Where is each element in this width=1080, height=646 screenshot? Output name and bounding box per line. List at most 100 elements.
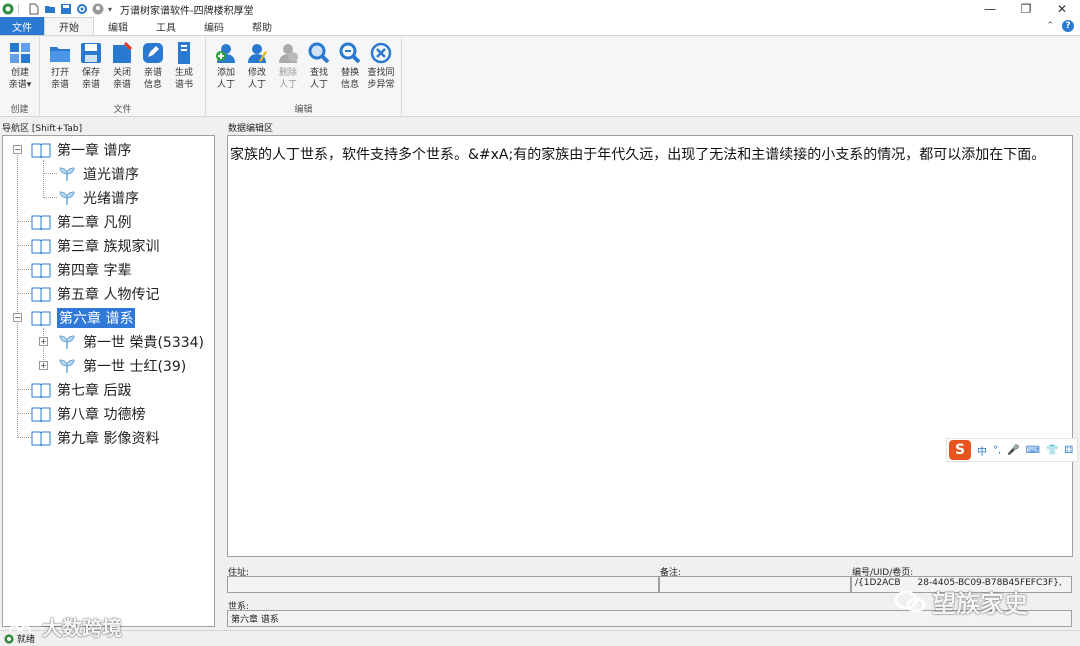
watermark-left-text: 大数跨境 (42, 616, 122, 640)
watermark-right-text: 望族家史 (932, 590, 1028, 618)
group-label-file: 文件 (113, 105, 132, 115)
new-file-icon[interactable] (28, 3, 40, 15)
tree-item-label: 第一世 榮貴(5334) (83, 335, 205, 351)
genealogy-info-button[interactable]: 亲谱 信息 (138, 41, 168, 91)
tab-start[interactable]: 开始 (44, 17, 94, 35)
tab-help[interactable]: 帮助 (238, 17, 286, 35)
modify-person-label-2: 人丁 (247, 80, 266, 90)
watermark-left: 大数跨境 (8, 612, 122, 641)
delete-person-label-2: 人丁 (278, 80, 297, 90)
ime-chinese-mode-icon[interactable]: 中 (977, 443, 987, 458)
tree-item-preface-guangxu[interactable]: 光绪谱序 (57, 188, 139, 208)
nav-panel-label: 导航区 [Shift+Tab] (2, 124, 83, 134)
tree-line (43, 197, 57, 198)
sync-label-2: 步异常 (367, 80, 395, 90)
tab-edit[interactable]: 编辑 (94, 17, 142, 35)
restore-icon[interactable]: ❐ (1008, 0, 1044, 18)
tree-expander[interactable]: − (13, 313, 22, 322)
user-icon[interactable] (92, 3, 104, 15)
tree-item-preface-daoguang[interactable]: 道光谱序 (57, 164, 139, 184)
tree-item-label: 第八章 功德榜 (57, 407, 146, 423)
replace-label-2: 信息 (340, 80, 359, 90)
find-sync-error-button[interactable]: 查找同 步异常 (366, 41, 396, 91)
gear-icon[interactable] (76, 3, 88, 15)
open-genealogy-button[interactable]: 打开 亲谱 (45, 41, 75, 91)
tab-tools[interactable]: 工具 (142, 17, 190, 35)
qa-dropdown-icon[interactable]: ▾ (108, 5, 112, 14)
search-icon (308, 42, 330, 64)
group-label-edit: 编辑 (294, 105, 313, 115)
replace-info-button[interactable]: 替换 信息 (335, 41, 365, 91)
app-logo-icon (2, 3, 14, 15)
book-icon (31, 239, 51, 254)
editor-panel-label: 数据编辑区 (228, 124, 274, 134)
save-icon[interactable] (60, 3, 72, 15)
generate-label-2: 谱书 (174, 80, 193, 90)
modify-person-label-1: 修改 (247, 68, 266, 78)
save-icon (81, 43, 101, 63)
delete-person-button[interactable]: 删除 人丁 (273, 41, 303, 91)
add-person-button[interactable]: 添加 人丁 (211, 41, 241, 91)
open-folder-icon[interactable] (44, 3, 56, 15)
create-genealogy-button[interactable]: 创建 亲谱▾ (5, 41, 35, 91)
find-person-label-2: 人丁 (309, 80, 328, 90)
tree-line (17, 389, 31, 390)
close-genealogy-button[interactable]: 关闭 亲谱 (107, 41, 137, 91)
help-icon[interactable]: ? (1062, 20, 1074, 32)
open-folder-icon (50, 47, 70, 62)
tree-item-generation-shihong[interactable]: 第一世 士红(39) (57, 356, 186, 376)
book-icon (31, 215, 51, 230)
sprout-icon (59, 191, 75, 205)
nav-tree[interactable]: − − + + 第一章 谱序 道光谱序 光绪谱序 第二章 凡例 第三章 族规家训… (2, 135, 215, 627)
close-icon[interactable]: ✕ (1044, 0, 1080, 18)
data-editor-textarea[interactable]: 家族的人丁世系，软件支持多个世系。&#xA;有的家族由于年代久远，出现了无法和主… (227, 135, 1073, 557)
sogou-logo-icon[interactable]: S (949, 440, 971, 460)
tree-expander[interactable]: − (13, 145, 22, 154)
toolbox-icon[interactable]: ⚃ (1065, 445, 1074, 456)
grid-create-icon (10, 43, 30, 63)
skin-shirt-icon[interactable]: 👕 (1046, 445, 1058, 456)
tree-item-chapter-2[interactable]: 第二章 凡例 (31, 212, 131, 232)
tree-line (43, 173, 57, 174)
tree-line (17, 150, 18, 438)
ime-toolbar[interactable]: S 中 °, 🎤 ⌨ 👕 ⚃ (946, 438, 1078, 462)
sprout-icon (59, 167, 75, 181)
book-icon (31, 431, 51, 446)
add-person-icon (216, 44, 235, 63)
generate-book-button[interactable]: 生成 谱书 (169, 41, 199, 91)
address-field[interactable] (227, 576, 659, 593)
note-field[interactable] (659, 576, 851, 593)
sprout-icon (59, 335, 75, 349)
keyboard-icon[interactable]: ⌨ (1026, 445, 1040, 456)
ime-punctuation-icon[interactable]: °, (993, 445, 1001, 456)
find-person-label-1: 查找 (309, 68, 328, 78)
ribbon-collapse-icon[interactable]: ⌃ (1046, 21, 1054, 31)
microphone-icon[interactable]: 🎤 (1007, 445, 1019, 456)
book-icon (31, 287, 51, 302)
tree-item-label: 道光谱序 (83, 167, 139, 183)
editor-content: 家族的人丁世系，软件支持多个世系。&#xA;有的家族由于年代久远，出现了无法和主… (230, 147, 1046, 163)
tree-expander[interactable]: + (39, 337, 48, 346)
find-person-button[interactable]: 查找 人丁 (304, 41, 334, 91)
tree-item-chapter-7[interactable]: 第七章 后跋 (31, 380, 131, 400)
tree-item-chapter-1[interactable]: 第一章 谱序 (31, 140, 131, 160)
tree-item-label: 第七章 后跋 (57, 383, 132, 399)
add-person-label-2: 人丁 (216, 80, 235, 90)
tree-item-generation-rongui[interactable]: 第一世 榮貴(5334) (57, 332, 204, 352)
tree-line (17, 293, 31, 294)
tree-item-chapter-8[interactable]: 第八章 功德榜 (31, 404, 145, 424)
tree-item-chapter-6[interactable]: 第六章 谱系 (31, 308, 136, 328)
tree-item-chapter-9[interactable]: 第九章 影像资料 (31, 428, 159, 448)
tree-item-chapter-4[interactable]: 第四章 字辈 (31, 260, 131, 280)
modify-person-button[interactable]: 修改 人丁 (242, 41, 272, 91)
tree-item-chapter-3[interactable]: 第三章 族规家训 (31, 236, 159, 256)
tab-encoding[interactable]: 编码 (190, 17, 238, 35)
save-label-2: 亲谱 (81, 80, 100, 90)
minimize-icon[interactable]: — (972, 0, 1008, 18)
book-icon (31, 143, 51, 158)
tab-file[interactable]: 文件 (0, 17, 44, 35)
save-genealogy-button[interactable]: 保存 亲谱 (76, 41, 106, 91)
tree-item-label: 第二章 凡例 (57, 215, 132, 231)
tree-item-chapter-5[interactable]: 第五章 人物传记 (31, 284, 159, 304)
tree-expander[interactable]: + (39, 361, 48, 370)
